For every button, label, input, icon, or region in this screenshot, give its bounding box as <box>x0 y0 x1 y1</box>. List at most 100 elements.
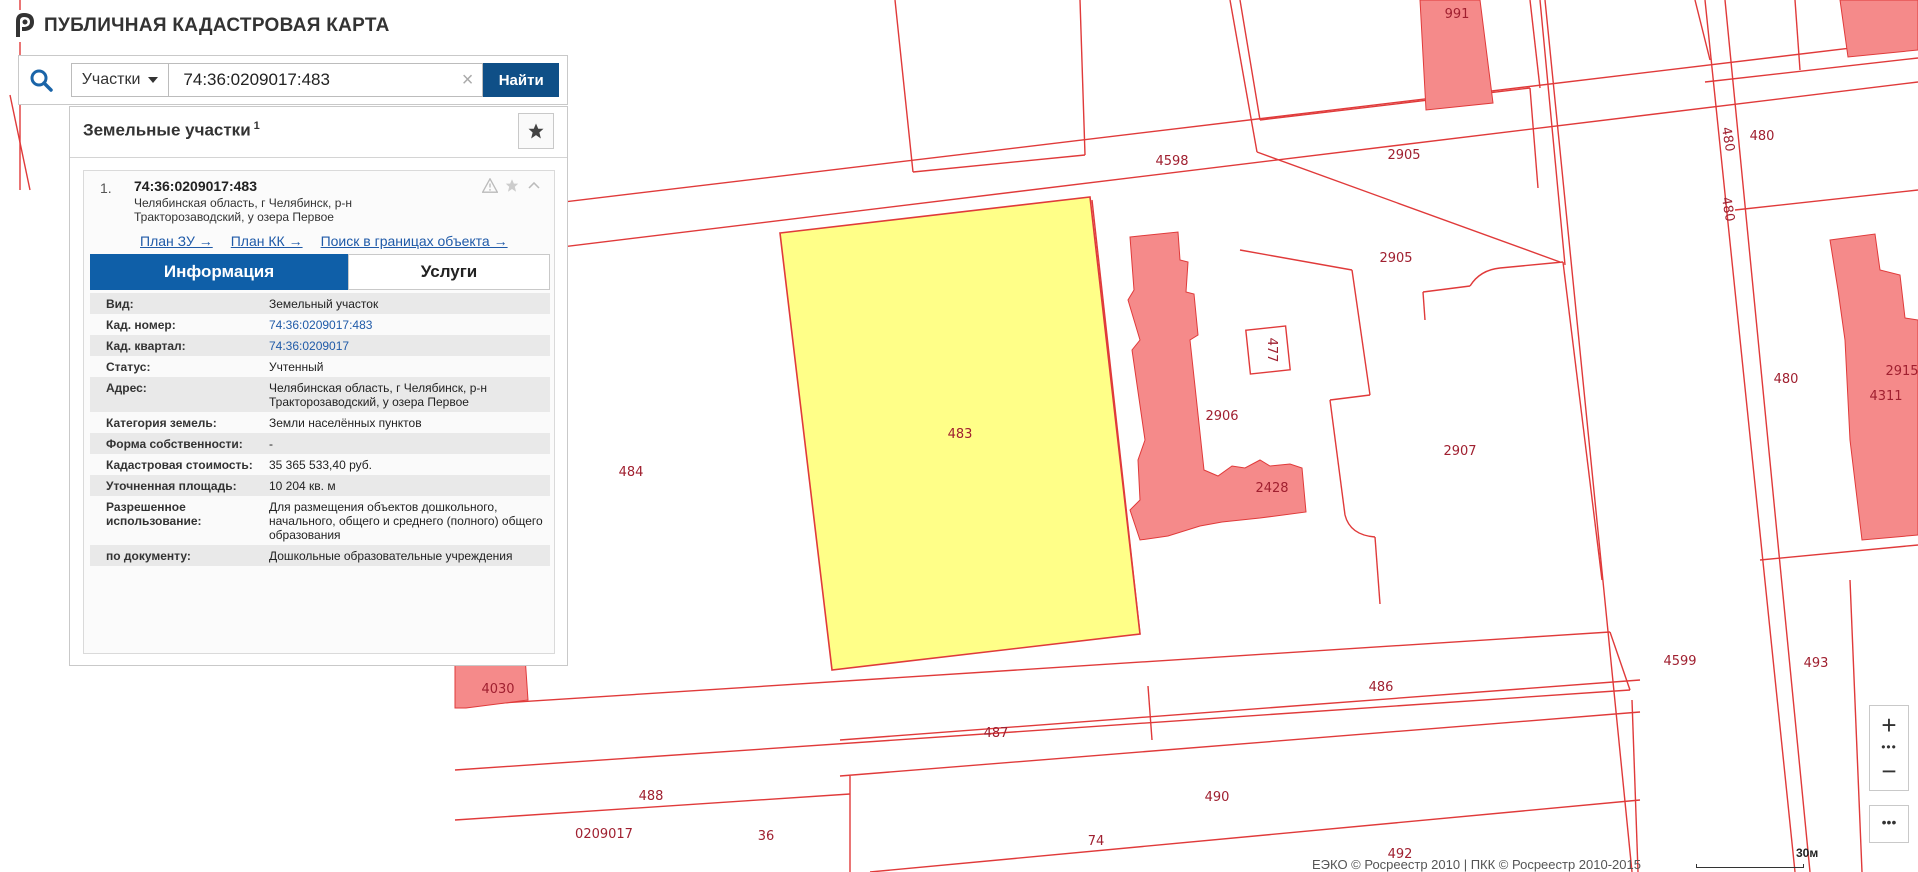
results-panel: Земельные участки 1 1. 74:36:0209017:483 … <box>69 106 568 666</box>
star-icon[interactable] <box>504 178 520 193</box>
info-key: Адрес: <box>106 381 147 395</box>
app-title: ПУБЛИЧНАЯ КАДАСТРОВАЯ КАРТА <box>44 15 390 36</box>
search-input-wrap: × <box>168 63 484 97</box>
copyright: ЕЭКО © Росреестр 2010 | ПКК © Росреестр … <box>1312 857 1641 872</box>
results-heading: Земельные участки 1 <box>83 120 260 141</box>
zoom-level-dots[interactable]: ••• <box>1870 740 1908 754</box>
map-label: 4311 <box>1869 389 1902 404</box>
info-key: Кадастровая стоимость: <box>106 458 253 472</box>
search-button[interactable]: Найти <box>483 63 559 97</box>
map-label: 2905 <box>1387 148 1420 163</box>
info-value: - <box>269 437 273 451</box>
results-count: 1 <box>253 120 260 132</box>
result-links: План ЗУ → План КК → Поиск в границах объ… <box>140 233 508 249</box>
card-actions <box>482 178 542 193</box>
rosreestr-logo-icon <box>16 13 35 37</box>
info-row: Адрес: Челябинская область, г Челябинск, … <box>90 377 550 412</box>
info-row: Статус: Учтенный <box>90 356 550 377</box>
scale-bar <box>1696 864 1804 868</box>
info-key: Вид: <box>106 297 134 311</box>
map-label: 483 <box>948 427 973 442</box>
plan-zu-link[interactable]: План ЗУ → <box>140 233 213 249</box>
info-value: 35 365 533,40 руб. <box>269 458 372 472</box>
map-label: 74 <box>1088 834 1105 849</box>
favorites-button[interactable] <box>518 113 554 149</box>
map-label: 486 <box>1369 680 1394 695</box>
clear-icon[interactable]: × <box>462 69 474 92</box>
tab-information[interactable]: Информация <box>90 254 348 290</box>
app-header: ПУБЛИЧНАЯ КАДАСТРОВАЯ КАРТА <box>14 10 396 42</box>
map-label: 493 <box>1804 656 1829 671</box>
search-icon <box>30 69 53 92</box>
zoom-control: + ••• − <box>1869 705 1909 791</box>
map-label: 4599 <box>1663 654 1696 669</box>
buildings <box>454 0 1918 709</box>
info-key: Форма собственности: <box>106 437 243 451</box>
scale-label: 30м <box>1796 846 1819 860</box>
info-row: Кадастровая стоимость: 35 365 533,40 руб. <box>90 454 550 475</box>
info-row: по документу: Дошкольные образовательные … <box>90 545 550 566</box>
info-value: 10 204 кв. м <box>269 479 336 493</box>
info-value: Дошкольные образовательные учреждения <box>269 549 513 563</box>
results-heading-text: Земельные участки <box>83 120 251 140</box>
search-input[interactable] <box>168 63 484 97</box>
info-row: Кад. номер: 74:36:0209017:483 <box>90 314 550 335</box>
warning-icon[interactable] <box>482 178 498 193</box>
info-row: Уточненная площадь: 10 204 кв. м <box>90 475 550 496</box>
map-label: 480 <box>1718 196 1737 223</box>
search-type-label: Участки <box>81 71 141 88</box>
map-label: 2428 <box>1255 481 1288 496</box>
search-icon-button[interactable] <box>29 68 71 92</box>
info-value: Земельный участок <box>269 297 379 311</box>
info-key: по документу: <box>106 549 191 563</box>
info-key: Категория земель: <box>106 416 217 430</box>
info-row: Форма собственности: - <box>90 433 550 454</box>
search-type-select[interactable]: Участки <box>70 63 169 97</box>
info-table: Вид: Земельный участок Кад. номер: 74:36:02… <box>90 293 550 566</box>
info-row: Кад. квартал: 74:36:0209017 <box>90 335 550 356</box>
map-label: 490 <box>1205 790 1230 805</box>
star-icon <box>528 123 544 139</box>
chevron-down-icon <box>148 77 159 83</box>
info-value: Челябинская область, г Челябинск, р-н Тр… <box>269 381 487 409</box>
map-label: 991 <box>1445 7 1470 22</box>
map-label: 2907 <box>1443 444 1476 459</box>
chevron-up-icon[interactable] <box>526 178 542 193</box>
map-label: 36 <box>758 829 775 844</box>
info-value: Учтенный <box>269 360 324 374</box>
tab-services[interactable]: Услуги <box>348 254 550 290</box>
result-tabs: Информация Услуги <box>90 254 550 290</box>
info-key: Статус: <box>106 360 151 374</box>
map-label: 2915 <box>1885 364 1918 379</box>
results-header: Земельные участки 1 <box>70 107 567 158</box>
info-key: Уточненная площадь: <box>106 479 237 493</box>
info-value: Для размещения объектов дошкольного, нач… <box>269 500 543 542</box>
search-bar: Участки × Найти <box>18 55 568 105</box>
info-row: Категория земель: Земли населённых пункто… <box>90 412 550 433</box>
map-label: 488 <box>639 789 664 804</box>
map-label: 480 <box>1774 372 1799 387</box>
info-row: Вид: Земельный участок <box>90 293 550 314</box>
zoom-out-button[interactable]: − <box>1870 758 1908 784</box>
info-key: Разрешенное использование: <box>106 500 202 528</box>
search-in-bounds-link[interactable]: Поиск в границах объекта → <box>321 233 508 249</box>
map-label: 480 <box>1750 129 1775 144</box>
plan-kk-link[interactable]: План КК → <box>231 233 303 249</box>
result-number: 1. <box>100 180 112 196</box>
info-value[interactable]: 74:36:0209017 <box>265 335 550 356</box>
map-label: 477 <box>1264 338 1279 363</box>
map-label: 0209017 <box>575 827 633 842</box>
map-label: 2906 <box>1205 409 1238 424</box>
map-label: 4598 <box>1155 154 1188 169</box>
info-key: Кад. номер: <box>106 318 176 332</box>
zoom-in-button[interactable]: + <box>1870 712 1908 738</box>
info-row: Разрешенное использование: Для размещения… <box>90 496 550 545</box>
result-cad-number[interactable]: 74:36:0209017:483 <box>134 178 257 194</box>
more-tools-button[interactable]: ••• <box>1869 805 1909 843</box>
map-label: 2905 <box>1379 251 1412 266</box>
info-value[interactable]: 74:36:0209017:483 <box>265 314 550 335</box>
result-address: Челябинская область, г Челябинск, р-н Тр… <box>134 196 352 224</box>
info-key: Кад. квартал: <box>106 339 186 353</box>
map-label: 4030 <box>481 682 514 697</box>
result-card[interactable]: 1. 74:36:0209017:483 Челябинская область… <box>83 170 555 654</box>
